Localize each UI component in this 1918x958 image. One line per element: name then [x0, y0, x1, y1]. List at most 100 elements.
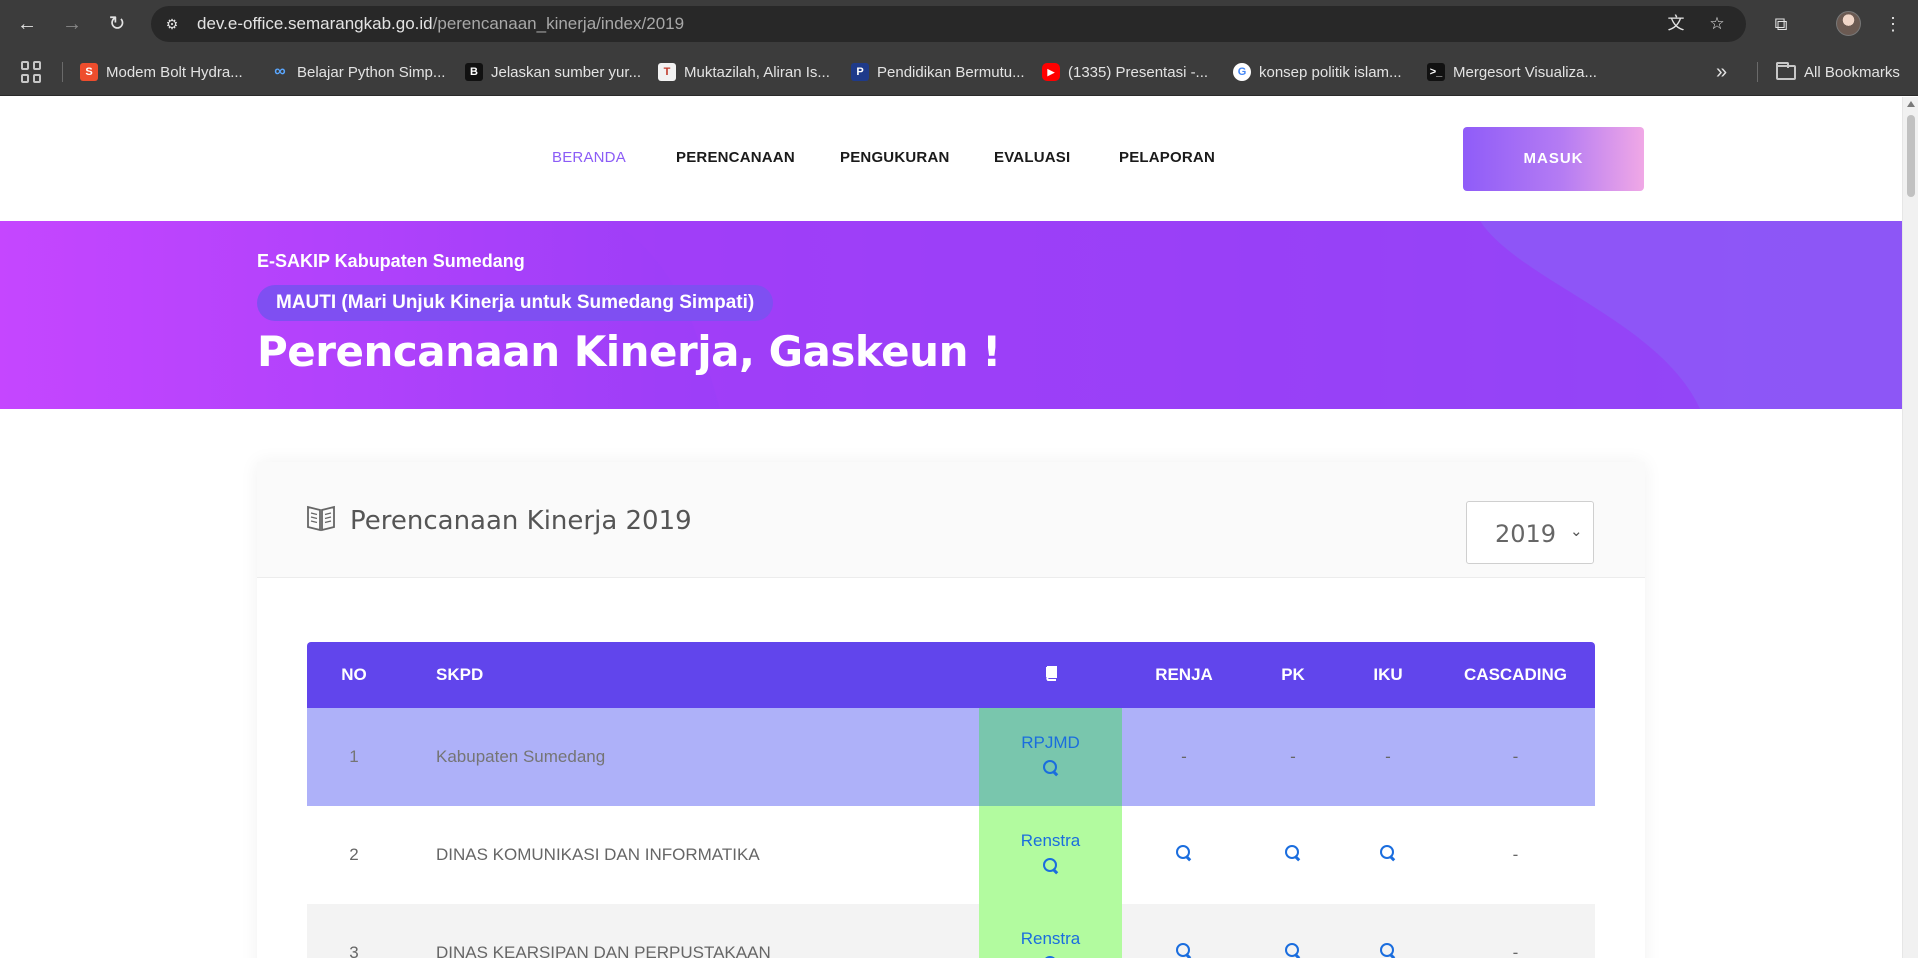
t-icon: T [658, 63, 676, 81]
scrollbar-thumb[interactable] [1907, 115, 1915, 197]
column-header-skpd: SKPD [401, 642, 979, 708]
renja-value: - [1122, 708, 1246, 806]
pk-value: - [1246, 708, 1340, 806]
bookmark-item[interactable]: P Pendidikan Bermutu... [851, 59, 1025, 85]
bookmark-label: Modem Bolt Hydra... [106, 63, 243, 81]
bookmark-label: (1335) Presentasi -... [1068, 63, 1209, 81]
search-icon[interactable] [1042, 759, 1060, 777]
row-number: 1 [307, 708, 401, 806]
rpjmd-link[interactable]: RPJMD [979, 733, 1122, 753]
site-info-icon[interactable]: ⚙ [161, 14, 183, 34]
hero-tagline-pill: MAUTI (Mari Unjuk Kinerja untuk Sumedang… [257, 285, 774, 321]
url-host: dev.e-office.semarangkab.go.id [197, 14, 433, 33]
column-header-iku: IKU [1340, 642, 1436, 708]
back-arrow-icon[interactable]: ← [13, 10, 41, 38]
row-doc-cell: Renstra [979, 904, 1122, 958]
bookmark-separator [62, 62, 63, 82]
pk-cell [1246, 904, 1340, 958]
bookmark-label: Mergesort Visualiza... [1453, 63, 1597, 81]
forward-arrow-icon[interactable]: → [58, 10, 86, 38]
iku-value: - [1340, 708, 1436, 806]
year-select-value: 2019 [1495, 520, 1557, 548]
renja-search-icon[interactable] [1175, 942, 1193, 958]
iku-cell [1340, 806, 1436, 904]
search-icon[interactable] [1042, 857, 1060, 875]
column-header-pk: PK [1246, 642, 1340, 708]
address-bar[interactable]: ⚙ dev.e-office.semarangkab.go.id/perenca… [151, 6, 1746, 42]
bookmark-item[interactable]: S Modem Bolt Hydra... [80, 59, 243, 85]
year-select[interactable]: 2019 ⌄ [1466, 501, 1594, 564]
shopee-icon: S [80, 63, 98, 81]
infinity-icon: ∞ [271, 63, 289, 81]
scroll-up-icon[interactable] [1907, 101, 1915, 107]
open-book-icon [307, 505, 335, 532]
browser-toolbar: ← → ↻ ⚙ dev.e-office.semarangkab.go.id/p… [0, 0, 1918, 48]
extensions-icon[interactable]: ⧉ [1767, 10, 1795, 38]
menu-kebab-icon[interactable]: ⋮ [1879, 10, 1907, 38]
row-doc-cell: RPJMD [979, 708, 1122, 806]
page-scrollbar[interactable] [1902, 97, 1918, 958]
renstra-link[interactable]: Renstra [979, 831, 1122, 851]
column-header-document [979, 642, 1122, 708]
bookmark-item[interactable]: >_ Mergesort Visualiza... [1427, 59, 1597, 85]
iku-search-icon[interactable] [1379, 844, 1397, 862]
search-icon[interactable] [1042, 955, 1060, 958]
nav-item-pelaporan[interactable]: PELAPORAN [1119, 149, 1215, 166]
url-text[interactable]: dev.e-office.semarangkab.go.id/perencana… [197, 6, 684, 42]
table-row: 2 DINAS KOMUNIKASI DAN INFORMATIKA Renst… [307, 806, 1595, 904]
bookmark-item[interactable]: ∞ Belajar Python Simp... [271, 59, 445, 85]
renstra-link[interactable]: Renstra [979, 929, 1122, 949]
row-doc-cell: Renstra [979, 806, 1122, 904]
chevron-down-icon: ⌄ [1570, 523, 1583, 540]
profile-avatar[interactable] [1836, 11, 1861, 36]
renja-cell [1122, 904, 1246, 958]
row-skpd-name: DINAS KEARSIPAN DAN PERPUSTAKAAN [401, 904, 979, 958]
card-header: Perencanaan Kinerja 2019 2019 ⌄ [257, 462, 1645, 578]
renja-search-icon[interactable] [1175, 844, 1193, 862]
cascading-value: - [1436, 904, 1595, 958]
bookmark-item[interactable]: T Muktazilah, Aliran Is... [658, 59, 830, 85]
nav-item-beranda[interactable]: BERANDA [552, 149, 626, 166]
reload-icon[interactable]: ↻ [103, 10, 131, 38]
bookmark-item[interactable]: ▶ (1335) Presentasi -... [1042, 59, 1208, 85]
row-skpd-name: Kabupaten Sumedang [401, 708, 979, 806]
bookmark-label: Jelaskan sumber yur... [491, 63, 642, 81]
pk-search-icon[interactable] [1284, 942, 1302, 958]
nav-item-evaluasi[interactable]: EVALUASI [994, 149, 1070, 166]
bookmark-label: konsep politik islam... [1259, 63, 1402, 81]
url-path: /perencanaan_kinerja/index/2019 [432, 14, 685, 33]
bookmark-label: Pendidikan Bermutu... [877, 63, 1025, 81]
table-row: 1 Kabupaten Sumedang RPJMD - - - - [307, 708, 1595, 806]
renja-cell [1122, 806, 1246, 904]
row-number: 2 [307, 806, 401, 904]
more-bookmarks-icon[interactable]: » [1716, 59, 1727, 85]
bookmark-item[interactable]: B Jelaskan sumber yur... [465, 59, 641, 85]
site-navbar: BERANDA PERENCANAAN PENGUKURAN EVALUASI … [0, 97, 1902, 221]
page-viewport: BERANDA PERENCANAAN PENGUKURAN EVALUASI … [0, 97, 1902, 958]
hero-title: Perencanaan Kinerja, Gaskeun ! [257, 327, 1001, 376]
row-number: 3 [307, 904, 401, 958]
iku-search-icon[interactable] [1379, 942, 1397, 958]
p-icon: P [851, 63, 869, 81]
card-title: Perencanaan Kinerja 2019 [350, 506, 692, 536]
translate-icon[interactable]: 文 [1665, 14, 1687, 34]
pk-cell [1246, 806, 1340, 904]
document-book-icon [1045, 665, 1057, 681]
row-skpd-name: DINAS KOMUNIKASI DAN INFORMATIKA [401, 806, 979, 904]
login-button[interactable]: MASUK [1463, 127, 1644, 191]
column-header-no: NO [307, 642, 401, 708]
bookmark-star-icon[interactable]: ☆ [1706, 14, 1728, 34]
pk-search-icon[interactable] [1284, 844, 1302, 862]
bookmark-item[interactable]: Gkonsep politik islam... [1233, 59, 1402, 85]
youtube-icon: ▶ [1042, 63, 1060, 81]
apps-grid-icon[interactable] [21, 61, 43, 83]
all-bookmarks-button[interactable]: All Bookmarks [1776, 59, 1900, 85]
folder-icon [1776, 61, 1796, 80]
google-icon: G [1233, 63, 1251, 81]
nav-item-pengukuran[interactable]: PENGUKURAN [840, 149, 950, 166]
hero-eyebrow: E-SAKIP Kabupaten Sumedang [257, 251, 525, 271]
terminal-icon: >_ [1427, 63, 1445, 81]
column-header-renja: RENJA [1122, 642, 1246, 708]
table-header-row: NO SKPD RENJA PK IKU CASCADING [307, 642, 1595, 708]
nav-item-perencanaan[interactable]: PERENCANAAN [676, 149, 795, 166]
